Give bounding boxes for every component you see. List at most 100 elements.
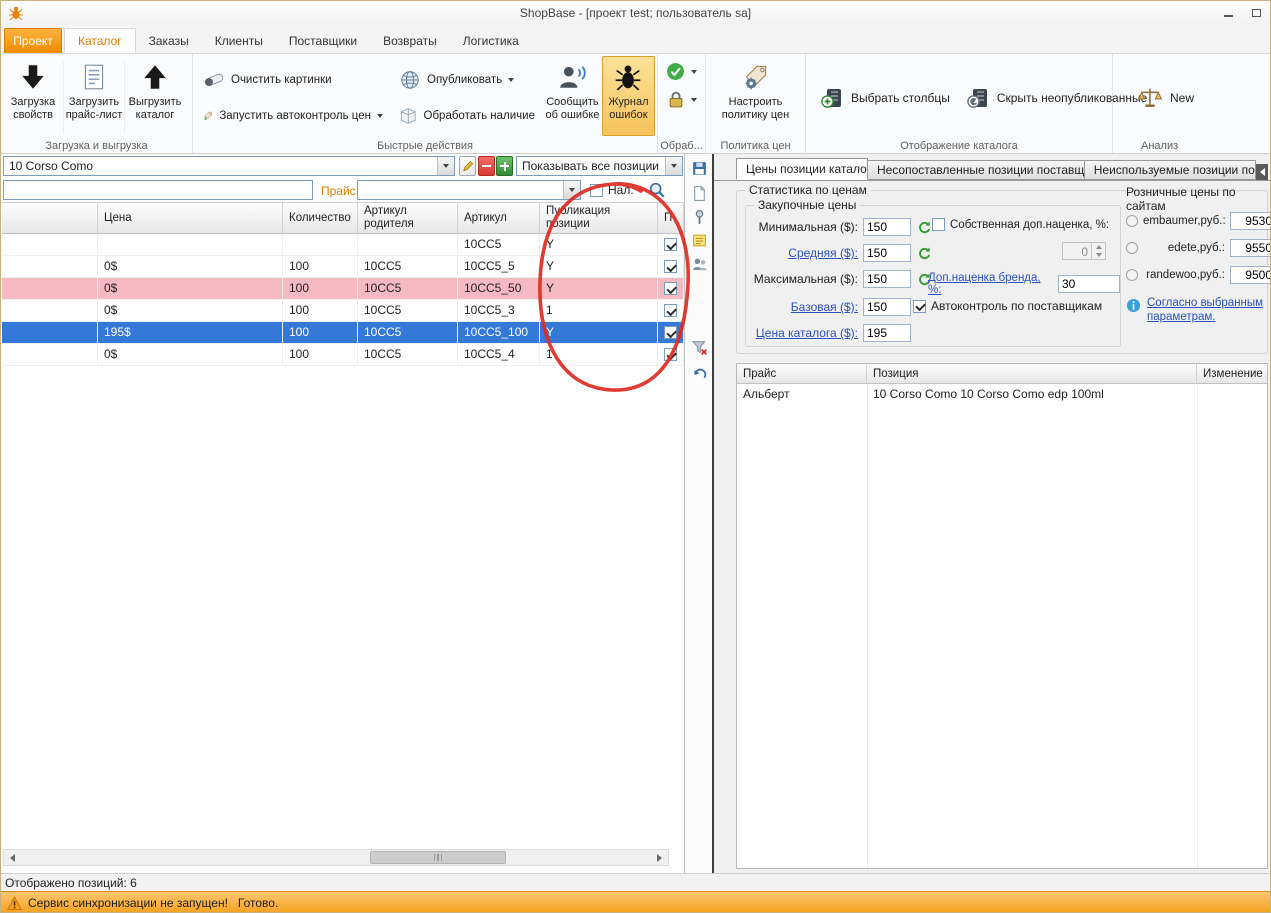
cell-quantity[interactable] <box>283 234 358 255</box>
tab-suppliers[interactable]: Поставщики <box>276 28 370 53</box>
spinner-up-icon[interactable] <box>1092 243 1105 251</box>
catalog-price-link[interactable]: Цена каталога ($): <box>748 326 858 340</box>
col-price[interactable]: Цена <box>98 202 283 234</box>
save-button[interactable] <box>689 158 709 178</box>
own-markup-spinner[interactable]: 0 <box>1062 242 1106 260</box>
horizontal-scrollbar[interactable] <box>3 849 669 866</box>
site-row[interactable]: randewoo,руб.: <box>1126 266 1270 284</box>
spinner-down-icon[interactable] <box>1092 251 1105 259</box>
base-price-link[interactable]: Базовая ($): <box>748 300 858 314</box>
avg-price-link[interactable]: Средняя ($): <box>748 246 858 260</box>
table-row-highlighted[interactable]: 0$ 100 10CC5 10CC5_50 Y <box>2 278 684 300</box>
col-parent-sku[interactable]: Артикул родителя <box>358 202 458 234</box>
cell-quantity[interactable]: 100 <box>283 256 358 277</box>
cell-quantity[interactable]: 100 <box>283 344 358 365</box>
cell-parent-sku[interactable] <box>358 234 458 255</box>
col-change[interactable]: Изменение <box>1197 364 1267 384</box>
dropdown-arrow-icon[interactable] <box>508 78 515 82</box>
dropdown-arrow-icon[interactable] <box>377 114 383 118</box>
cell-change[interactable] <box>1197 384 1267 404</box>
cell-parent-sku[interactable]: 10CC5 <box>358 322 458 343</box>
max-price-input[interactable] <box>863 270 911 288</box>
cell-publication[interactable]: 1 <box>540 344 658 365</box>
dropdown-arrow-icon[interactable] <box>691 97 697 102</box>
tab-logistics[interactable]: Логистика <box>450 28 532 53</box>
row-checkbox[interactable] <box>664 326 677 339</box>
cell-publication[interactable]: Y <box>540 322 658 343</box>
pin-button[interactable] <box>689 207 709 227</box>
show-positions-combo[interactable]: Показывать все позиции <box>516 156 683 176</box>
price-table-row[interactable]: Альберт 10 Corso Como 10 Corso Como edp … <box>737 384 1267 404</box>
avg-price-input[interactable] <box>863 244 911 262</box>
cell-price[interactable] <box>98 234 283 255</box>
row-checkbox[interactable] <box>664 304 677 317</box>
row-indicator[interactable] <box>2 322 98 343</box>
add-brand-button[interactable] <box>496 156 513 176</box>
brand-combo[interactable]: 10 Corso Como <box>3 156 455 176</box>
cell-price[interactable]: 0$ <box>98 344 283 365</box>
cell-sku[interactable]: 10CC5_50 <box>458 278 540 299</box>
cell-parent-sku[interactable]: 10CC5 <box>358 300 458 321</box>
autocontrol-field[interactable]: Автоконтроль по поставщикам <box>913 299 1102 313</box>
cell-quantity[interactable]: 100 <box>283 300 358 321</box>
according-params-link[interactable]: Согласно выбранным параметрам. <box>1147 296 1265 324</box>
row-checkbox[interactable] <box>664 238 677 251</box>
clear-images-button[interactable]: Очистить картинки <box>203 69 383 91</box>
contacts-button[interactable] <box>689 254 709 274</box>
report-error-button[interactable]: Сообщить об ошибке <box>543 56 602 136</box>
tab-orders[interactable]: Заказы <box>136 28 202 53</box>
site-price-input[interactable] <box>1230 239 1270 257</box>
row-checkbox[interactable] <box>664 348 677 361</box>
site-radio[interactable] <box>1126 215 1138 227</box>
cell-parent-sku[interactable]: 10CC5 <box>358 278 458 299</box>
run-autocontrol-button[interactable]: $ Запустить автоконтроль цен <box>203 105 383 127</box>
clear-filter-button[interactable] <box>689 337 709 357</box>
catalog-price-input[interactable] <box>863 324 911 342</box>
tab-scroll-left-button[interactable] <box>1256 164 1268 180</box>
col-pricelist[interactable]: Прайс <box>737 364 867 384</box>
cell-price[interactable]: 195$ <box>98 322 283 343</box>
table-row[interactable]: 0$ 100 10CC5 10CC5_5 Y <box>2 256 684 278</box>
row-checkbox[interactable] <box>664 282 677 295</box>
maximize-button[interactable] <box>1242 3 1270 23</box>
new-document-button[interactable] <box>689 183 709 203</box>
tab-catalog-prices[interactable]: Цены позиции каталога <box>736 158 868 180</box>
tab-unused-positions[interactable]: Неиспользуемые позиции поста <box>1084 160 1257 180</box>
refresh-icon[interactable] <box>917 246 932 261</box>
publish-button[interactable]: Опубликовать <box>399 69 535 91</box>
brand-combo-arrow[interactable] <box>437 157 454 175</box>
col-p[interactable]: П <box>658 202 684 234</box>
cell-parent-sku[interactable]: 10CC5 <box>358 256 458 277</box>
table-row[interactable]: 10CC5 Y <box>2 234 684 256</box>
table-row[interactable]: 0$ 100 10CC5 10CC5_4 1 <box>2 344 684 366</box>
tab-unmatched-positions[interactable]: Несопоставленные позиции поставщиков <box>867 160 1085 180</box>
row-indicator[interactable] <box>2 234 98 255</box>
site-radio[interactable] <box>1126 242 1138 254</box>
site-radio[interactable] <box>1126 269 1138 281</box>
cell-sku[interactable]: 10CC5_5 <box>458 256 540 277</box>
scroll-left-button[interactable] <box>4 850 21 865</box>
refresh-icon[interactable] <box>917 220 932 235</box>
configure-price-policy-button[interactable]: Настроить политику цен <box>713 56 799 136</box>
search-input[interactable] <box>3 180 313 200</box>
cell-sku[interactable]: 10CC5 <box>458 234 540 255</box>
lock-button[interactable] <box>666 90 703 109</box>
dropdown-arrow-icon[interactable] <box>691 69 697 74</box>
cell-quantity[interactable]: 100 <box>283 322 358 343</box>
new-analysis-button[interactable]: New <box>1129 81 1202 115</box>
load-pricelist-button[interactable]: Загрузить прайс-лист <box>64 56 124 136</box>
error-log-button[interactable]: Журнал ошибок <box>601 56 655 136</box>
own-markup-field[interactable]: Собственная доп.наценка, %: <box>932 218 1109 231</box>
cash-checkbox[interactable] <box>590 183 603 197</box>
cell-price[interactable]: 0$ <box>98 278 283 299</box>
site-row[interactable]: edete,руб.: <box>1126 239 1270 257</box>
search-button[interactable] <box>648 181 666 202</box>
cell-publication[interactable]: 1 <box>540 300 658 321</box>
site-row[interactable]: embaumer,руб.: <box>1126 212 1270 230</box>
undo-button[interactable] <box>689 363 709 383</box>
tab-catalog[interactable]: Каталог <box>64 28 136 53</box>
brand-markup-link[interactable]: Доп.наценка бренда, %: <box>928 272 1052 296</box>
cell-price[interactable]: 0$ <box>98 256 283 277</box>
col-publication[interactable]: Публикация позиции <box>540 202 658 234</box>
brand-markup-input[interactable] <box>1058 275 1120 293</box>
